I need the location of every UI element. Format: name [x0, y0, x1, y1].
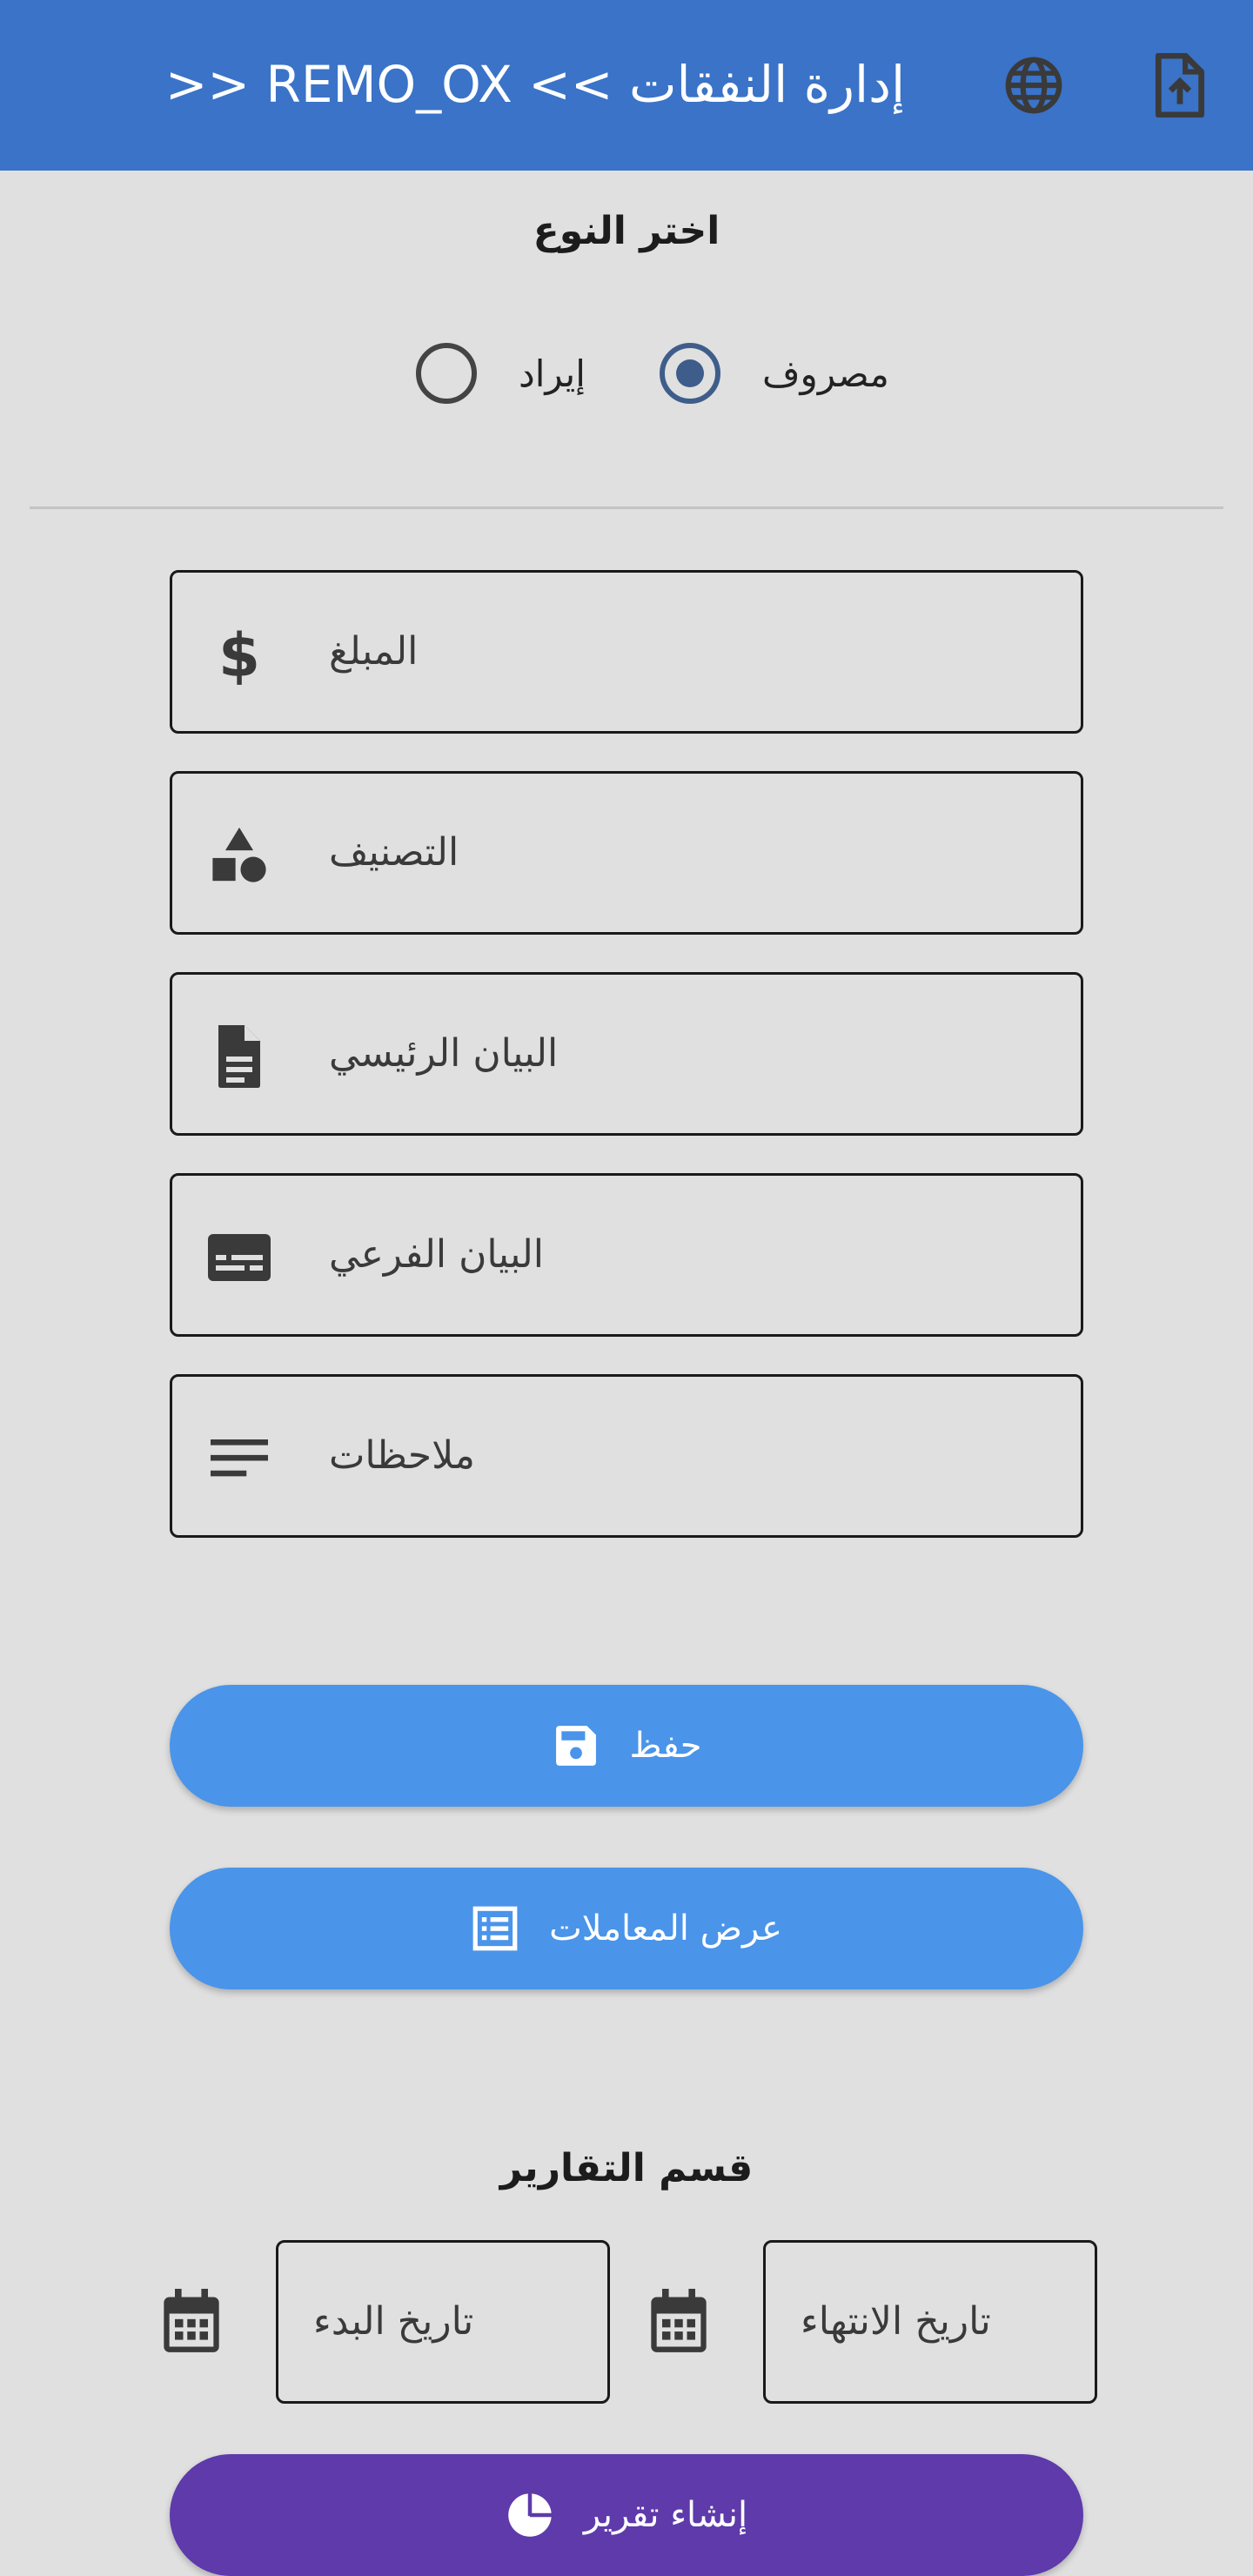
notes-field[interactable]: ملاحظات [170, 1374, 1083, 1538]
calendar-icon[interactable] [648, 2289, 709, 2355]
create-report-button[interactable]: إنشاء تقرير [170, 2454, 1083, 2576]
end-date-label: تاريخ الانتهاء [801, 2299, 991, 2344]
main-description-field[interactable]: البيان الرئيسي [170, 972, 1083, 1136]
radio-label-expense[interactable]: مصروف [762, 339, 889, 409]
create-report-label: إنشاء تقرير [583, 2495, 748, 2535]
pie-chart-icon [506, 2491, 554, 2539]
reports-section-title: قسم التقارير [499, 2146, 754, 2190]
radio-income[interactable] [416, 343, 477, 404]
subtitles-icon [207, 1225, 271, 1290]
view-transactions-button[interactable]: عرض المعاملات [170, 1868, 1083, 1989]
svg-text:$: $ [218, 622, 260, 687]
save-icon [552, 1721, 600, 1770]
calendar-icon[interactable] [161, 2289, 222, 2355]
start-date-field[interactable]: تاريخ البدء [276, 2240, 610, 2404]
view-transactions-label: عرض المعاملات [549, 1909, 782, 1949]
globe-icon[interactable] [999, 50, 1069, 120]
app-title: >> REMO_OX << إدارة النفقات [164, 55, 906, 114]
save-button[interactable]: حفظ [170, 1685, 1083, 1807]
divider [30, 506, 1223, 509]
sub-description-label: البيان الفرعي [329, 1232, 544, 1277]
document-icon [207, 1024, 271, 1089]
save-button-label: حفظ [629, 1726, 702, 1766]
list-icon [471, 1904, 519, 1953]
radio-expense[interactable] [660, 343, 720, 404]
file-upload-icon[interactable] [1145, 50, 1215, 120]
notes-icon [207, 1426, 271, 1491]
notes-label: ملاحظات [329, 1433, 475, 1478]
main-description-label: البيان الرئيسي [329, 1031, 559, 1076]
category-icon [207, 823, 271, 888]
type-radio-group: مصروف إيراد [0, 339, 1253, 409]
sub-description-field[interactable]: البيان الفرعي [170, 1173, 1083, 1337]
category-field[interactable]: التصنيف [170, 771, 1083, 935]
type-section-title: اختر النوع [533, 209, 720, 253]
amount-label: المبلغ [329, 629, 419, 674]
amount-field[interactable]: $ المبلغ [170, 570, 1083, 734]
dollar-icon: $ [207, 622, 271, 687]
start-date-label: تاريخ البدء [313, 2299, 474, 2344]
end-date-field[interactable]: تاريخ الانتهاء [763, 2240, 1097, 2404]
app-bar: >> REMO_OX << إدارة النفقات [0, 0, 1253, 171]
category-label: التصنيف [329, 830, 459, 875]
radio-label-income[interactable]: إيراد [519, 339, 586, 409]
